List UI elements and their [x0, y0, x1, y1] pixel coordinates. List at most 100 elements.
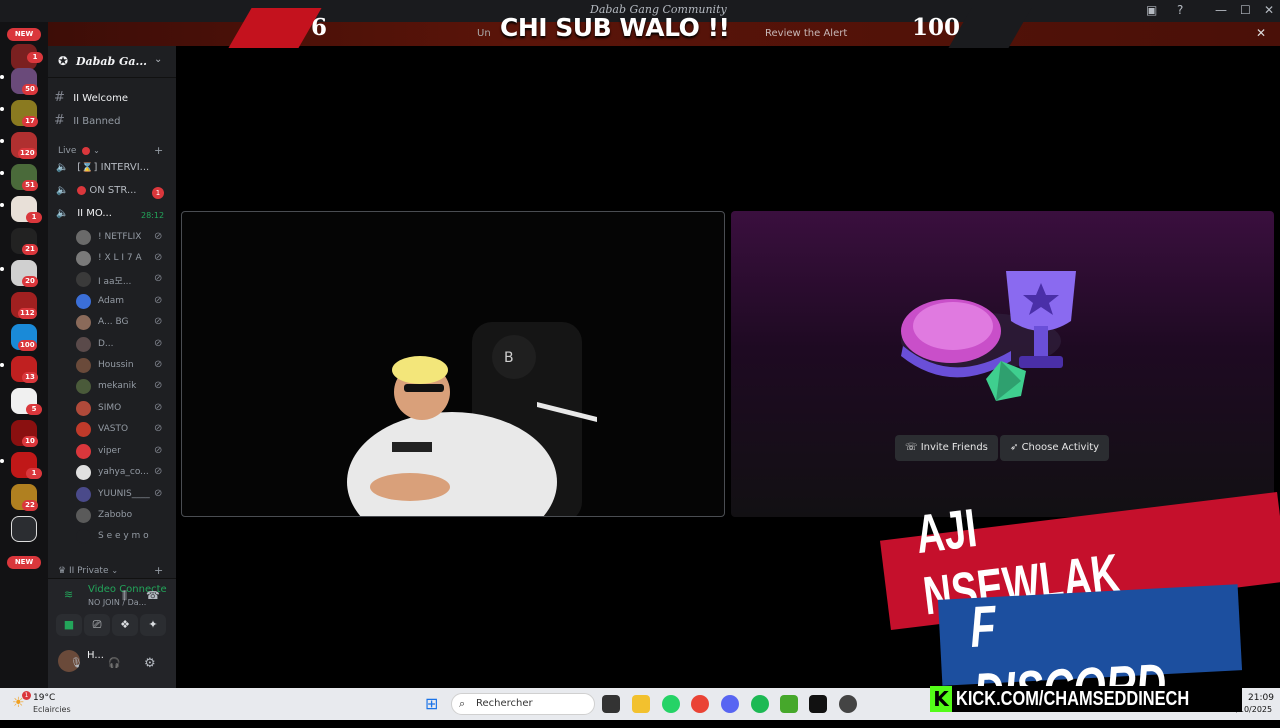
voice-member[interactable]: ! X L I 7 A ⊘	[76, 250, 172, 268]
weather-description[interactable]: Eclaircies	[33, 705, 71, 714]
clock-time[interactable]: 21:09	[1248, 693, 1274, 703]
add-friend-icon: ☏	[905, 442, 921, 453]
obs-icon[interactable]	[839, 695, 857, 713]
channel-banned[interactable]: # II Banned	[54, 113, 172, 133]
call-timer: 28:12	[141, 211, 165, 220]
settings-gear-icon[interactable]: ⚙	[144, 656, 156, 671]
server-logo-icon: ✪	[58, 54, 69, 68]
activity-button[interactable]: ❖	[112, 614, 138, 636]
voice-member[interactable]: Zabobo	[76, 507, 172, 525]
voice-channel-name[interactable]: NO JOIN / Da...	[88, 598, 146, 607]
speaker-icon: 🔈	[56, 208, 69, 219]
kick-url: KICK.COM/CHAMSEDDINECH	[956, 688, 1190, 710]
discord-icon[interactable]	[721, 695, 739, 713]
search-placeholder: Rechercher	[476, 698, 533, 709]
deafened-icon: ⊘	[154, 380, 163, 391]
whatsapp-icon[interactable]	[662, 695, 680, 713]
member-name: Zabobo	[98, 510, 133, 520]
avatar	[76, 529, 91, 544]
activity-tile: ☏ Invite Friends ➶ Choose Activity	[731, 211, 1274, 517]
server-badge: 21	[22, 244, 38, 255]
add-channel-icon[interactable]: +	[154, 564, 163, 577]
member-name: ! X L I 7 A	[98, 253, 142, 263]
voice-member[interactable]: I aa모... ⊘	[76, 271, 172, 289]
choose-label: Choose Activity	[1021, 442, 1100, 453]
file-explorer-icon[interactable]	[632, 695, 650, 713]
unread-dot	[0, 139, 4, 143]
speaker-icon: 🔈	[56, 185, 69, 196]
close-window-button[interactable]: ✕	[1264, 3, 1274, 17]
server-badge: 5	[26, 404, 42, 415]
member-name: I aa모...	[98, 277, 132, 287]
alert-right-count: 100	[912, 14, 961, 41]
member-name: Houssin	[98, 360, 134, 370]
add-channel-icon[interactable]: +	[154, 144, 163, 157]
server-badge: 1	[26, 468, 42, 479]
server-icon-16[interactable]	[11, 516, 37, 542]
server-badge: 112	[18, 308, 37, 319]
voice-channel-label: ON STR...	[89, 185, 137, 196]
user-name[interactable]: H...	[87, 650, 104, 661]
server-badge: 120	[18, 148, 37, 159]
channel-welcome[interactable]: # II Welcome	[54, 90, 172, 110]
voice-member[interactable]: yahya_co... ⊘	[76, 464, 172, 482]
voice-member[interactable]: Adam ⊘	[76, 293, 172, 311]
invite-friends-button[interactable]: ☏ Invite Friends	[895, 435, 998, 461]
unread-dot	[0, 459, 4, 463]
invite-label: Invite Friends	[920, 442, 988, 453]
noise-suppression-icon[interactable]: ⫼	[122, 589, 127, 603]
minimize-button[interactable]: —	[1215, 3, 1227, 17]
server-badge: 51	[22, 180, 38, 191]
category-live[interactable]: Live ⌄	[58, 146, 100, 156]
task-view-icon[interactable]	[602, 695, 620, 713]
svg-text:B: B	[504, 350, 514, 366]
member-name: D...	[98, 339, 114, 349]
alert-title: CHI SUB WALO !!	[500, 13, 730, 42]
choose-activity-button[interactable]: ➶ Choose Activity	[1000, 435, 1110, 461]
live-dot	[82, 146, 91, 155]
screen-share-button[interactable]: ⎚	[84, 614, 110, 636]
soundboard-button[interactable]: ✦	[140, 614, 166, 636]
kick-app-icon[interactable]	[809, 695, 827, 713]
camera-button[interactable]: ■	[56, 614, 82, 636]
new-pill-top[interactable]: NEW	[7, 28, 41, 41]
inbox-icon[interactable]: ▣	[1146, 3, 1157, 17]
maximize-button[interactable]: ☐	[1240, 3, 1251, 17]
deafened-icon: ⊘	[154, 252, 163, 263]
disconnect-icon[interactable]: ☎	[146, 589, 160, 602]
headphones-icon[interactable]: 🎧	[108, 658, 120, 669]
voice-member[interactable]: mekanik ⊘	[76, 378, 172, 396]
server-header[interactable]: ✪ Dabab Ga... ⌄	[48, 46, 176, 78]
category-private[interactable]: ♛ II Private ⌄	[58, 566, 118, 576]
voice-member[interactable]: Houssin ⊘	[76, 357, 172, 375]
voice-member[interactable]: A... BG ⊘	[76, 314, 172, 332]
promo-overlay: AJI NSEWLAK F DISCORD	[880, 490, 1280, 727]
voice-member[interactable]: D... ⊘	[76, 336, 172, 354]
chrome-icon[interactable]	[691, 695, 709, 713]
voice-channel-label: II MO...	[77, 208, 112, 219]
server-badge: 10	[22, 436, 38, 447]
spotify-icon[interactable]	[751, 695, 769, 713]
avatar	[76, 379, 91, 394]
taskbar-search-box[interactable]: ⌕ Rechercher	[451, 693, 595, 715]
voice-member[interactable]: viper ⊘	[76, 443, 172, 461]
new-pill-bottom[interactable]: NEW	[7, 556, 41, 569]
voice-member[interactable]: S e e y m o	[76, 528, 172, 546]
voice-channel-interview[interactable]: 🔈 [⌛] INTERVI...	[56, 162, 174, 180]
voice-member[interactable]: VASTO ⊘	[76, 421, 172, 439]
avatar	[76, 465, 91, 480]
help-icon[interactable]: ?	[1177, 3, 1183, 17]
microphone-icon[interactable]: 🎙	[70, 658, 83, 669]
member-name: viper	[98, 446, 121, 456]
signal-icon[interactable]: ≋	[64, 588, 73, 601]
weather-temperature[interactable]: 19°C	[33, 693, 55, 703]
banner-close-icon[interactable]: ✕	[1256, 26, 1266, 40]
review-alert-link[interactable]: Review the Alert	[765, 28, 847, 39]
voice-member[interactable]: ! NETFLIX ⊘	[76, 229, 172, 247]
voice-member[interactable]: SIMO ⊘	[76, 400, 172, 418]
channel-label: II Banned	[73, 116, 121, 127]
windows-start-icon[interactable]: ⊞	[425, 694, 438, 713]
utorrent-icon[interactable]	[780, 695, 798, 713]
video-stream-tile[interactable]: B	[181, 211, 725, 517]
voice-member[interactable]: YUUNIS____ ⊘	[76, 486, 172, 504]
